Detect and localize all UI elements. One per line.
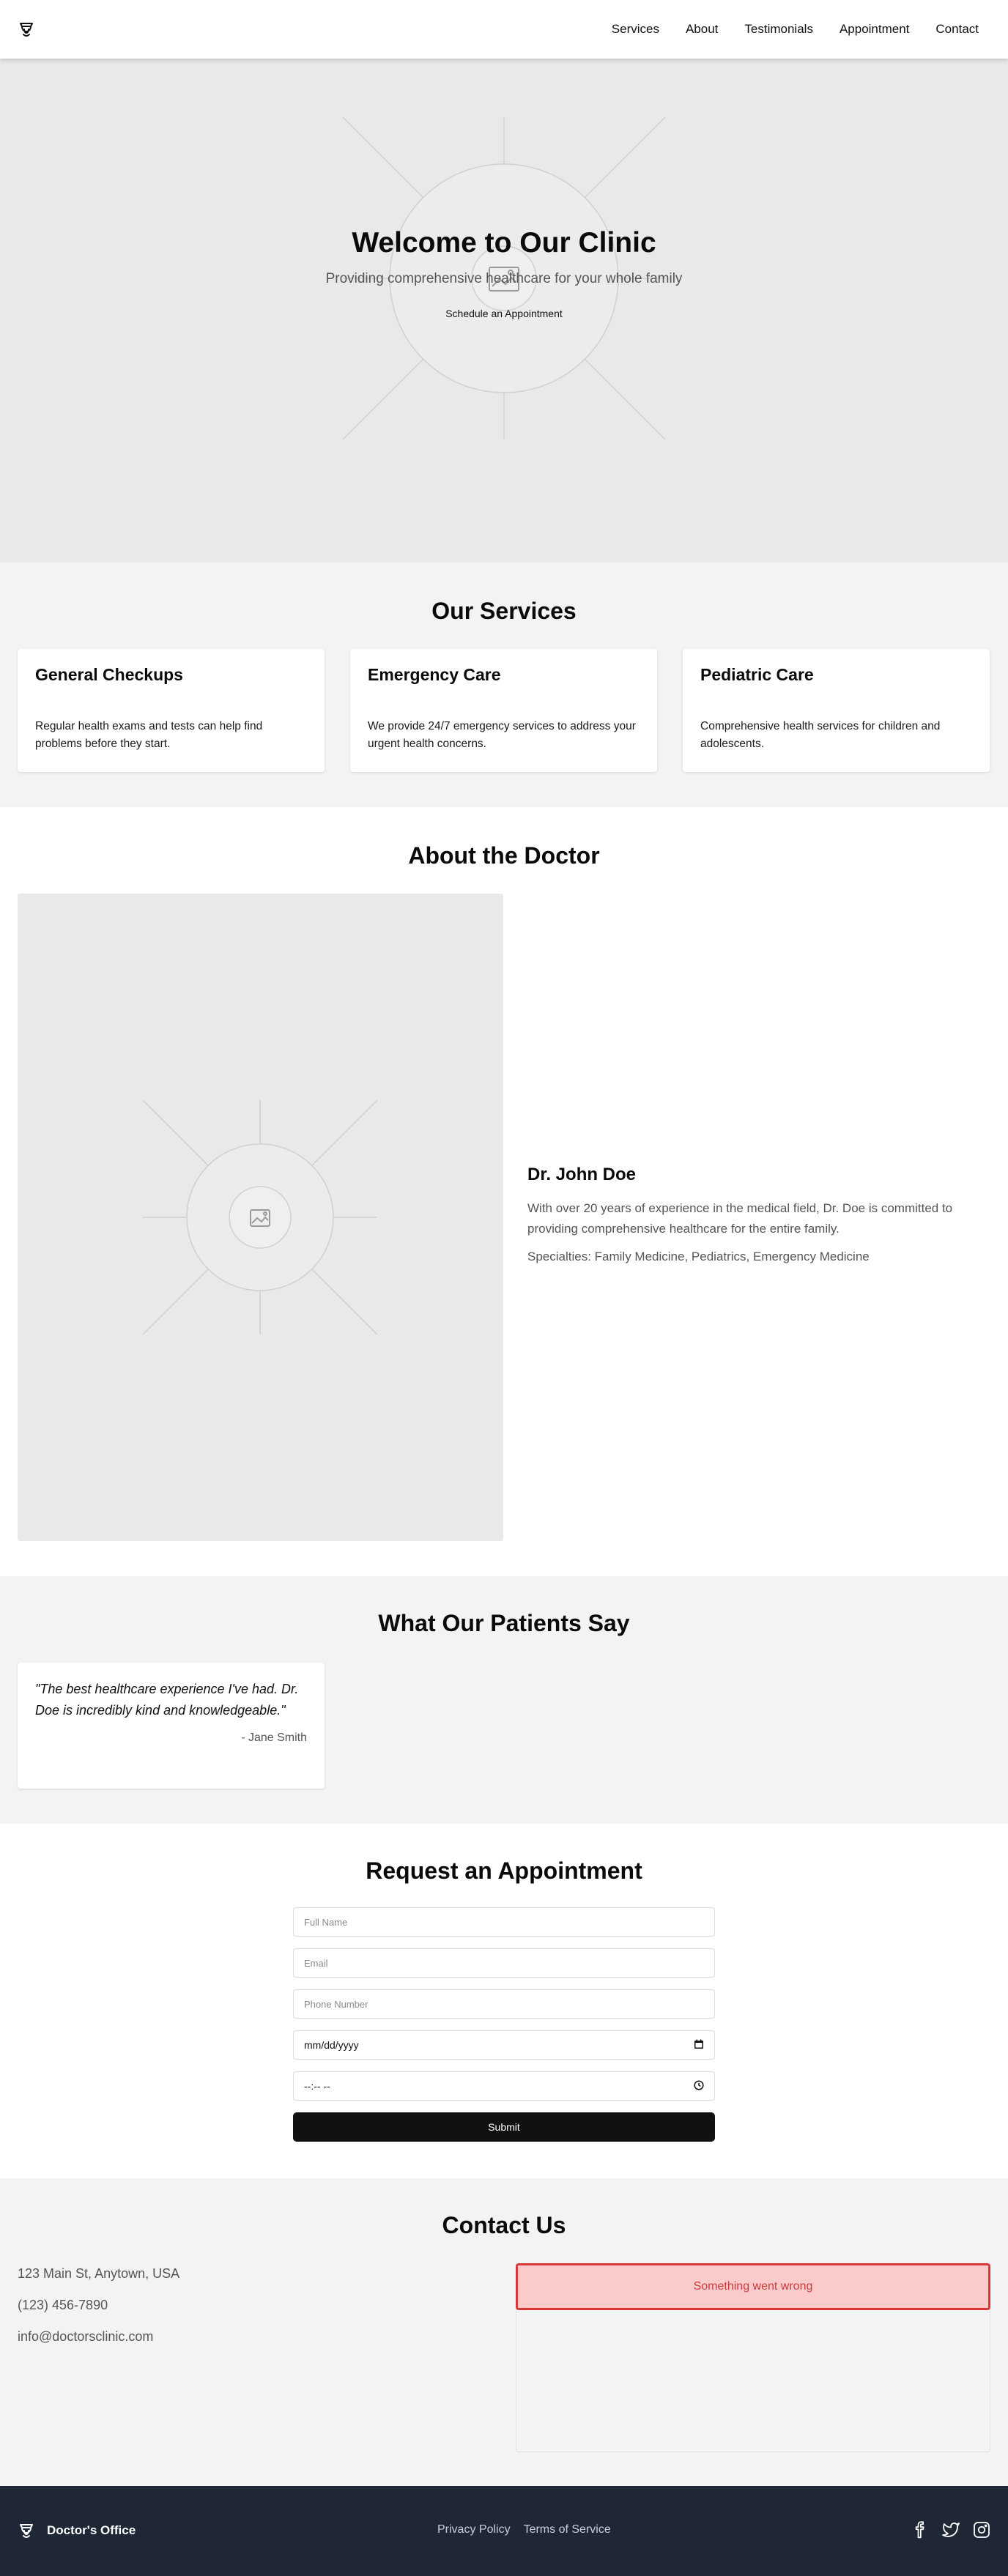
contact-details: 123 Main St, Anytown, USA (123) 456-7890…	[18, 2266, 179, 2361]
date-input-value: mm/dd/yyyy	[304, 2039, 359, 2051]
site-header: Services About Testimonials Appointment …	[0, 0, 1008, 59]
footer-links: Privacy Policy Terms of Service	[437, 2523, 611, 2536]
services-title: Our Services	[431, 598, 577, 624]
service-name: Pediatric Care	[700, 665, 814, 684]
service-description: We provide 24/7 emergency services to ad…	[368, 720, 636, 750]
submit-button[interactable]: Submit	[293, 2112, 715, 2142]
date-input[interactable]: mm/dd/yyyy	[293, 2030, 715, 2060]
email-input[interactable]	[293, 1948, 715, 1978]
time-input[interactable]: --:-- --	[293, 2071, 715, 2101]
service-description: Comprehensive health services for childr…	[700, 720, 941, 750]
doctor-info: Dr. John Doe With over 20 years of exper…	[527, 1165, 982, 1264]
phone-input[interactable]	[293, 1989, 715, 2019]
testimonial-author: - Jane Smith	[241, 1731, 307, 1744]
appointment-title: Request an Appointment	[366, 1857, 642, 1884]
terms-of-service-link[interactable]: Terms of Service	[524, 2523, 611, 2536]
social-links	[911, 2521, 990, 2539]
service-name: General Checkups	[35, 665, 183, 684]
appointment-form: mm/dd/yyyy --:-- -- Submit	[293, 1907, 715, 2142]
contact-section: Contact Us 123 Main St, Anytown, USA (12…	[0, 2178, 1008, 2486]
doctor-bio: With over 20 years of experience in the …	[527, 1201, 953, 1236]
instagram-icon[interactable]	[973, 2521, 990, 2539]
full-name-input[interactable]	[293, 1907, 715, 1937]
stethoscope-logo-icon[interactable]	[18, 21, 35, 38]
nav-link-testimonials[interactable]: Testimonials	[744, 22, 813, 37]
contact-title: Contact Us	[442, 2212, 566, 2238]
doctor-name: Dr. John Doe	[527, 1165, 637, 1184]
nav-link-about[interactable]: About	[686, 22, 718, 37]
doctor-specialties: Specialties: Family Medicine, Pediatrics…	[527, 1250, 870, 1263]
contact-email: info@doctorsclinic.com	[18, 2329, 154, 2344]
schedule-appointment-button[interactable]: Schedule an Appointment	[445, 308, 563, 319]
hero-section: Welcome to Our Clinic Providing comprehe…	[0, 59, 1008, 563]
hero-subtitle: Providing comprehensive healthcare for y…	[325, 271, 683, 286]
hero-content: Welcome to Our Clinic Providing comprehe…	[0, 227, 1008, 321]
services-section: Our Services General Checkups Regular he…	[0, 563, 1008, 807]
contact-address: 123 Main St, Anytown, USA	[18, 2266, 180, 2281]
main-nav: Services About Testimonials Appointment …	[612, 22, 990, 37]
about-section: About the Doctor Dr. John Doe With over …	[0, 807, 1008, 1576]
site-footer: Doctor's Office Privacy Policy Terms of …	[0, 2486, 1008, 2576]
testimonial-quote: "The best healthcare experience I've had…	[35, 1682, 299, 1718]
time-input-value: --:-- --	[304, 2080, 330, 2092]
testimonials-title: What Our Patients Say	[378, 1610, 630, 1636]
nav-link-appointment[interactable]: Appointment	[840, 22, 909, 37]
footer-brand[interactable]: Doctor's Office	[18, 2522, 136, 2539]
facebook-icon[interactable]	[911, 2521, 929, 2539]
contact-phone: (123) 456-7890	[18, 2298, 108, 2312]
service-card: Emergency Care We provide 24/7 emergency…	[350, 649, 657, 772]
privacy-policy-link[interactable]: Privacy Policy	[437, 2523, 511, 2536]
doctor-photo-placeholder	[18, 894, 503, 1541]
calendar-icon[interactable]	[694, 2039, 704, 2052]
twitter-icon[interactable]	[942, 2521, 960, 2539]
stethoscope-logo-icon	[18, 2522, 35, 2539]
service-description: Regular health exams and tests can help …	[35, 720, 263, 750]
hero-title: Welcome to Our Clinic	[352, 227, 656, 259]
testimonial-card: "The best healthcare experience I've had…	[18, 1663, 325, 1789]
appointment-section: Request an Appointment mm/dd/yyyy --:-- …	[0, 1824, 1008, 2178]
service-name: Emergency Care	[368, 665, 501, 684]
clock-icon[interactable]	[694, 2079, 704, 2093]
nav-link-contact[interactable]: Contact	[935, 22, 979, 37]
nav-link-services[interactable]: Services	[612, 22, 659, 37]
testimonials-section: What Our Patients Say "The best healthca…	[0, 1576, 1008, 1824]
map-error-message: Something went wrong	[516, 2263, 990, 2310]
about-title: About the Doctor	[408, 842, 600, 869]
footer-brand-name: Doctor's Office	[47, 2523, 136, 2537]
service-card: General Checkups Regular health exams an…	[18, 649, 325, 772]
service-card: Pediatric Care Comprehensive health serv…	[683, 649, 990, 772]
image-placeholder-icon	[142, 1099, 378, 1335]
